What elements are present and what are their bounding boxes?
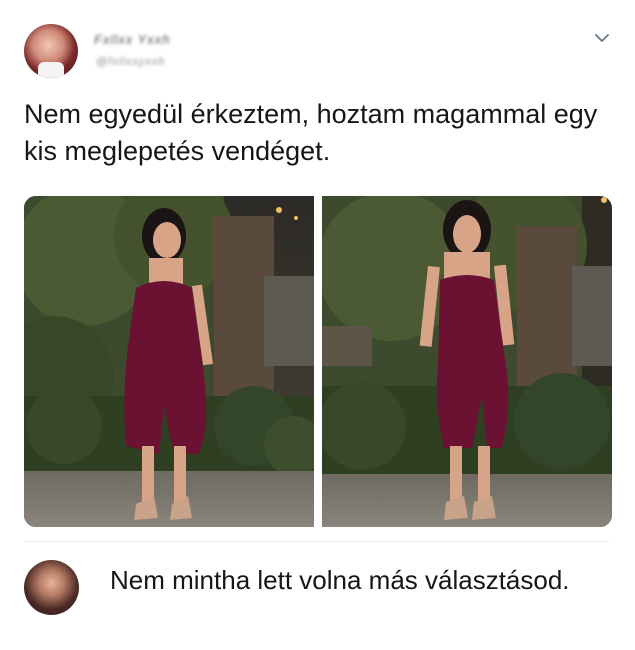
chevron-down-icon[interactable] [594, 30, 610, 46]
tweet-photo-2[interactable] [322, 196, 612, 527]
reply-text: Nem mintha lett volna más választásod. [110, 565, 570, 595]
divider [24, 541, 610, 542]
author-avatar[interactable] [24, 24, 78, 78]
tweet-photo-1[interactable] [24, 196, 314, 527]
tweet-text: Nem egyedül érkeztem, hoztam magammal eg… [24, 99, 598, 166]
tweet-card: Fxllxx Yxxh @fxllxxyxxh Nem egyedül érke… [0, 0, 635, 540]
author-name[interactable]: Fxllxx Yxxh [94, 32, 171, 47]
author-handle[interactable]: @fxllxxyxxh [96, 56, 165, 68]
reply-avatar[interactable] [24, 560, 79, 615]
photo-grid [24, 196, 612, 527]
